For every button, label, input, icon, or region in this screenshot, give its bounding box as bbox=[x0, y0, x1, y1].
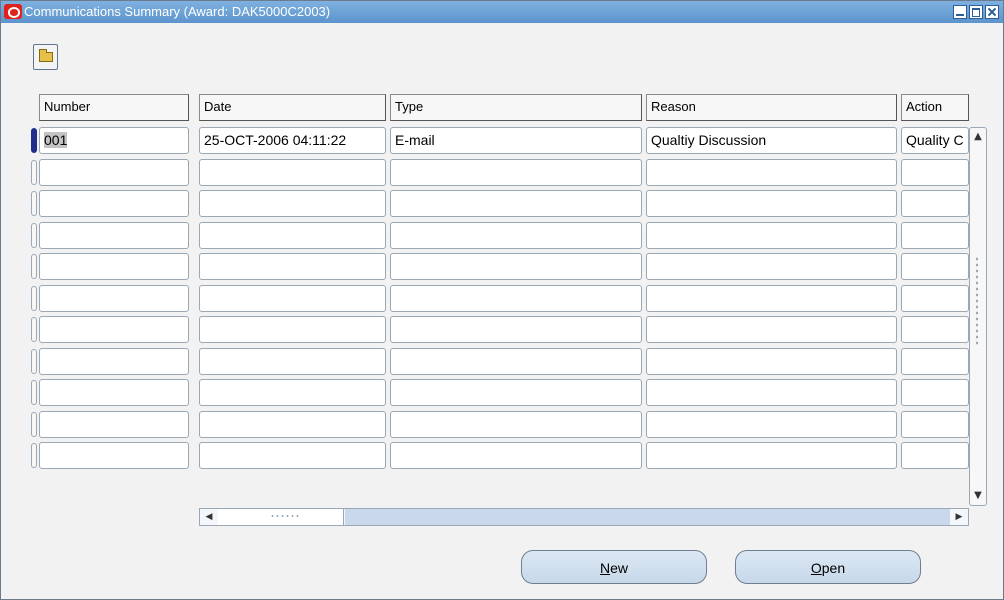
cell-reason[interactable] bbox=[646, 253, 897, 280]
row-indicator[interactable] bbox=[31, 223, 37, 248]
oracle-logo-icon bbox=[4, 4, 22, 19]
cell-action[interactable] bbox=[901, 348, 969, 375]
new-mnemonic: N bbox=[599, 560, 611, 576]
row-indicator[interactable] bbox=[31, 412, 37, 437]
cell-type[interactable] bbox=[390, 316, 642, 343]
row-indicator[interactable] bbox=[31, 443, 37, 468]
cell-number[interactable] bbox=[39, 222, 189, 249]
scroll-up-icon[interactable]: ▲ bbox=[972, 131, 984, 143]
row-indicator[interactable] bbox=[31, 286, 37, 311]
cell-type[interactable] bbox=[390, 222, 642, 249]
cell-number[interactable] bbox=[39, 159, 189, 186]
cell-type[interactable] bbox=[390, 442, 642, 469]
row-indicator[interactable] bbox=[31, 254, 37, 279]
cell-date[interactable] bbox=[199, 316, 386, 343]
open-button[interactable]: Open bbox=[735, 550, 921, 584]
scroll-down-icon[interactable]: ▼ bbox=[972, 490, 984, 502]
cell-reason[interactable] bbox=[646, 190, 897, 217]
title-bar[interactable]: Communications Summary (Award: DAK5000C2… bbox=[1, 1, 1003, 23]
row-indicator[interactable] bbox=[31, 160, 37, 185]
cell-action[interactable] bbox=[901, 222, 969, 249]
scroll-right-icon[interactable]: ▶ bbox=[952, 510, 966, 524]
close-button[interactable] bbox=[985, 5, 999, 19]
column-header-date[interactable]: Date bbox=[199, 94, 386, 121]
cell-action[interactable] bbox=[901, 285, 969, 312]
thumb-grip bbox=[270, 514, 300, 518]
cell-date[interactable]: 25-OCT-2006 04:11:22 bbox=[199, 127, 386, 154]
cell-type[interactable] bbox=[390, 190, 642, 217]
scroll-track[interactable] bbox=[345, 509, 950, 525]
cell-number[interactable] bbox=[39, 285, 189, 312]
row-indicator[interactable] bbox=[31, 380, 37, 405]
row-indicator[interactable] bbox=[31, 349, 37, 374]
communications-summary-window: Communications Summary (Award: DAK5000C2… bbox=[0, 0, 1004, 600]
row-indicator[interactable] bbox=[31, 317, 37, 342]
cell-action[interactable] bbox=[901, 190, 969, 217]
column-header-number[interactable]: Number bbox=[39, 94, 189, 121]
scroll-thumb[interactable] bbox=[218, 509, 344, 525]
maximize-button[interactable] bbox=[969, 5, 983, 19]
cell-number[interactable]: 001 bbox=[39, 127, 189, 154]
cell-reason[interactable] bbox=[646, 159, 897, 186]
new-label-rest: ew bbox=[610, 560, 629, 576]
scroll-grip[interactable] bbox=[975, 256, 979, 346]
scroll-left-icon[interactable]: ◀ bbox=[202, 510, 216, 524]
window-title: Communications Summary (Award: DAK5000C2… bbox=[24, 4, 331, 19]
cell-number[interactable] bbox=[39, 442, 189, 469]
cell-date[interactable] bbox=[199, 222, 386, 249]
cell-number[interactable] bbox=[39, 379, 189, 406]
cell-type[interactable] bbox=[390, 253, 642, 280]
cell-action[interactable] bbox=[901, 159, 969, 186]
cell-action[interactable] bbox=[901, 411, 969, 438]
cell-reason[interactable] bbox=[646, 222, 897, 249]
cell-action[interactable] bbox=[901, 253, 969, 280]
cell-type[interactable] bbox=[390, 348, 642, 375]
cell-reason[interactable] bbox=[646, 379, 897, 406]
cell-action[interactable] bbox=[901, 442, 969, 469]
open-mnemonic: O bbox=[810, 560, 822, 576]
minimize-button[interactable] bbox=[953, 5, 967, 19]
cell-reason[interactable]: Qualtiy Discussion bbox=[646, 127, 897, 154]
cell-reason[interactable] bbox=[646, 316, 897, 343]
column-header-type[interactable]: Type bbox=[390, 94, 642, 121]
selected-text: 001 bbox=[44, 132, 68, 148]
cell-reason[interactable] bbox=[646, 442, 897, 469]
cell-number[interactable] bbox=[39, 411, 189, 438]
cell-number[interactable] bbox=[39, 316, 189, 343]
column-header-reason[interactable]: Reason bbox=[646, 94, 897, 121]
vertical-scrollbar[interactable]: ▲ ▼ bbox=[969, 127, 987, 506]
cell-date[interactable] bbox=[199, 159, 386, 186]
cell-action[interactable] bbox=[901, 316, 969, 343]
open-folder-button[interactable] bbox=[33, 44, 58, 70]
folder-open-icon bbox=[39, 49, 53, 62]
open-label-rest: pen bbox=[821, 560, 846, 576]
cell-reason[interactable] bbox=[646, 285, 897, 312]
cell-action[interactable] bbox=[901, 379, 969, 406]
cell-type[interactable] bbox=[390, 285, 642, 312]
cell-date[interactable] bbox=[199, 190, 386, 217]
cell-date[interactable] bbox=[199, 348, 386, 375]
cell-date[interactable] bbox=[199, 442, 386, 469]
horizontal-scrollbar[interactable]: ◀ ▶ bbox=[199, 508, 969, 526]
cell-number[interactable] bbox=[39, 348, 189, 375]
cell-reason[interactable] bbox=[646, 411, 897, 438]
cell-action[interactable]: Quality C bbox=[901, 127, 969, 154]
cell-date[interactable] bbox=[199, 285, 386, 312]
cell-number[interactable] bbox=[39, 253, 189, 280]
column-header-action[interactable]: Action bbox=[901, 94, 969, 121]
cell-number[interactable] bbox=[39, 190, 189, 217]
cell-type[interactable] bbox=[390, 379, 642, 406]
cell-reason[interactable] bbox=[646, 348, 897, 375]
cell-date[interactable] bbox=[199, 379, 386, 406]
new-button[interactable]: New bbox=[521, 550, 707, 584]
cell-type[interactable]: E-mail bbox=[390, 127, 642, 154]
cell-date[interactable] bbox=[199, 253, 386, 280]
cell-date[interactable] bbox=[199, 411, 386, 438]
row-indicator[interactable] bbox=[31, 128, 37, 153]
cell-type[interactable] bbox=[390, 411, 642, 438]
row-indicator[interactable] bbox=[31, 191, 37, 216]
cell-type[interactable] bbox=[390, 159, 642, 186]
